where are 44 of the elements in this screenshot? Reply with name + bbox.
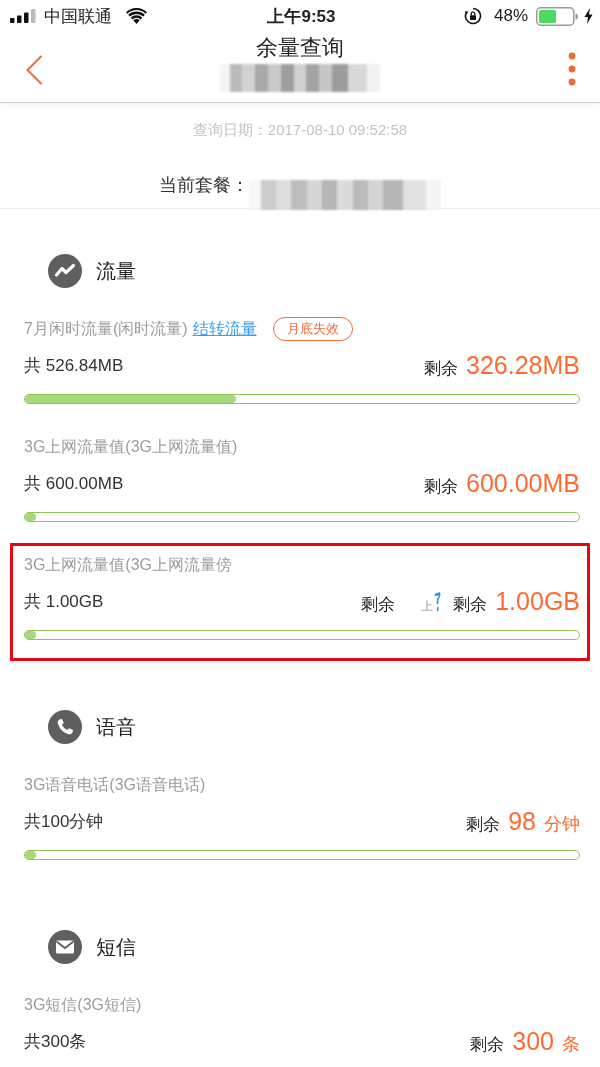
remaining-unit: 分钟 [544,812,580,836]
signal-icon [10,9,36,23]
remaining-label: 剩余 [361,593,396,616]
charging-bolt-icon [584,8,593,24]
plan-label: 当前套餐： [159,174,249,197]
rotation-lock-icon [463,7,482,25]
remaining-label: 剩余 [453,593,488,616]
battery-icon [536,6,578,26]
total-amount: 共300条 [24,1030,87,1053]
remaining-label: 剩余 [424,357,459,380]
section-title: 短信 [96,934,136,960]
remaining-value: 300 [512,1026,554,1056]
total-amount: 共 526.84MB [24,354,124,377]
item-name: 3G上网流量值(3G上网流量傍 [24,554,232,575]
back-chevron-icon [26,55,43,85]
carrier-name: 中国联通 [44,5,112,28]
wifi-icon [126,8,147,24]
envelope-icon [48,930,82,964]
remaining-unit: 条 [562,1032,580,1056]
phone-icon [48,710,82,744]
item-name: 3G语音电话(3G语音电话) [24,774,206,795]
text-fragment: 上 [421,597,434,615]
section-title: 流量 [96,258,136,284]
remaining-value: 1.00GB [495,586,580,616]
query-date: 查询日期：2017-08-10 09:52:58 [192,120,408,140]
glyph-fragment-icon [434,591,442,611]
item-name: 3G上网流量值(3G上网流量值) [24,436,238,457]
total-amount: 共 1.00GB [24,590,104,613]
remaining-label: 剩余 [424,475,459,498]
total-amount: 共100分钟 [24,810,104,833]
more-dots-icon [568,52,576,86]
clock-time: 上午9:53 [267,5,336,28]
item-name: 3G短信(3G短信) [24,994,142,1015]
remaining-value: 600.00MB [466,468,580,498]
section-title: 语音 [96,714,136,740]
page-title: 余量查询 [256,34,344,62]
item-name: 7月闲时流量(闲时流量) [24,318,188,339]
remaining-value: 98 [508,806,536,836]
total-amount: 共 600.00MB [24,472,124,495]
remaining-value: 326.28MB [466,350,580,380]
battery-percent: 48% [493,6,528,26]
remaining-label: 剩余 [470,1033,505,1056]
remaining-label: 剩余 [466,813,501,836]
carryover-link[interactable]: 结转流量 [192,318,257,340]
